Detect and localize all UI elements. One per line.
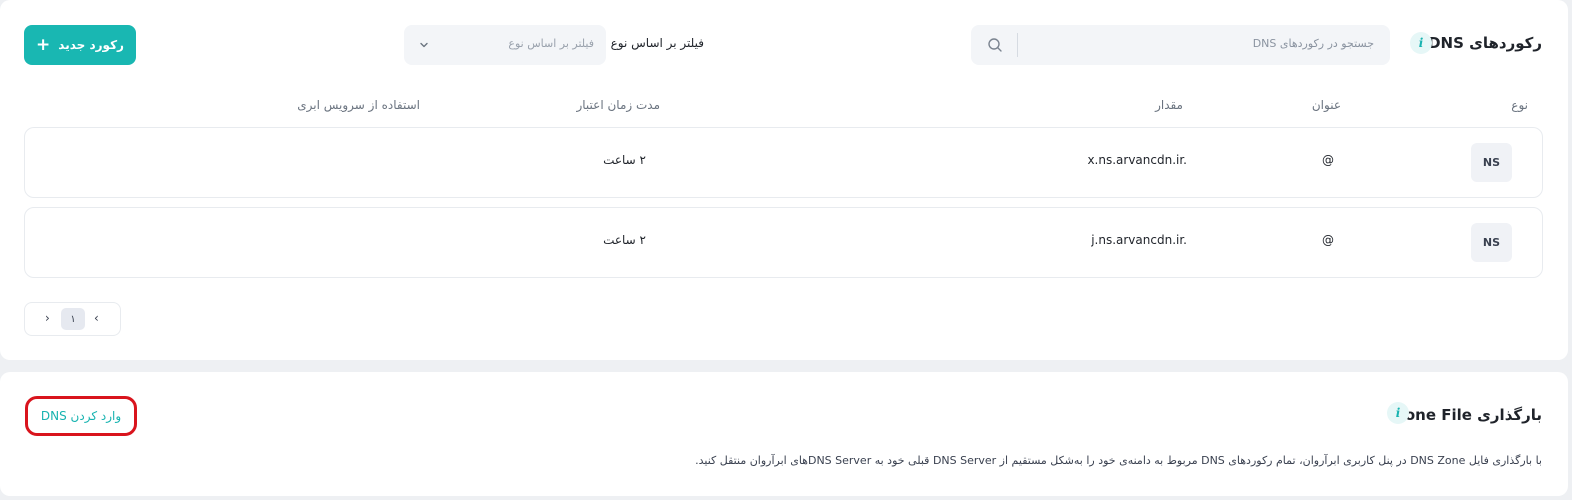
record-value: j.ns.arvancdn.ir.: [1091, 233, 1187, 247]
dns-records-card: رکوردهای DNS i جستجو در رکوردهای DNS فیل…: [0, 0, 1568, 360]
dns-records-title: رکوردهای DNS: [1428, 34, 1542, 52]
next-page-button[interactable]: ›: [45, 311, 50, 325]
info-icon[interactable]: i: [1387, 402, 1409, 424]
pagination: › ۱ ‹: [24, 302, 121, 336]
record-name: @: [1322, 153, 1334, 167]
record-ttl: ۲ ساعت: [603, 233, 646, 247]
search-placeholder: جستجو در رکوردهای DNS: [1252, 37, 1374, 50]
import-dns-button[interactable]: وارد کردن DNS: [25, 396, 137, 436]
new-record-button[interactable]: رکورد جدید +: [24, 25, 136, 65]
record-name: @: [1322, 233, 1334, 247]
table-row[interactable]: NS @ j.ns.arvancdn.ir. ۲ ساعت: [24, 207, 1543, 278]
column-header-ttl: مدت زمان اعتبار: [576, 98, 660, 112]
chevron-down-icon: [420, 42, 428, 48]
column-header-type: نوع: [1511, 98, 1528, 112]
zone-file-card: بارگذاری Zone File i وارد کردن DNS با با…: [0, 372, 1568, 496]
zone-file-description: با بارگذاری فایل DNS Zone در پنل کاربری …: [695, 454, 1542, 467]
filter-label: فیلتر بر اساس نوع: [610, 36, 704, 50]
table-row[interactable]: NS @ x.ns.arvancdn.ir. ۲ ساعت: [24, 127, 1543, 198]
prev-page-button[interactable]: ‹: [94, 311, 99, 325]
plus-icon: +: [36, 34, 51, 55]
column-header-value: مقدار: [1155, 98, 1183, 112]
type-filter-select[interactable]: فیلتر بر اساس نوع: [404, 25, 606, 65]
search-icon[interactable]: [987, 37, 1003, 53]
new-record-label: رکورد جدید: [58, 38, 124, 52]
page-number-button[interactable]: ۱: [61, 308, 85, 330]
column-header-cloud: استفاده از سرویس ابری: [297, 98, 420, 112]
info-icon[interactable]: i: [1410, 32, 1432, 54]
record-value: x.ns.arvancdn.ir.: [1087, 153, 1187, 167]
column-header-name: عنوان: [1311, 98, 1341, 112]
record-type-badge: NS: [1471, 223, 1512, 262]
search-divider: [1017, 33, 1018, 57]
record-type-badge: NS: [1471, 143, 1512, 182]
search-input[interactable]: جستجو در رکوردهای DNS: [971, 25, 1390, 65]
zone-file-title: بارگذاری Zone File: [1393, 406, 1542, 424]
record-ttl: ۲ ساعت: [603, 153, 646, 167]
filter-placeholder: فیلتر بر اساس نوع: [508, 37, 594, 50]
